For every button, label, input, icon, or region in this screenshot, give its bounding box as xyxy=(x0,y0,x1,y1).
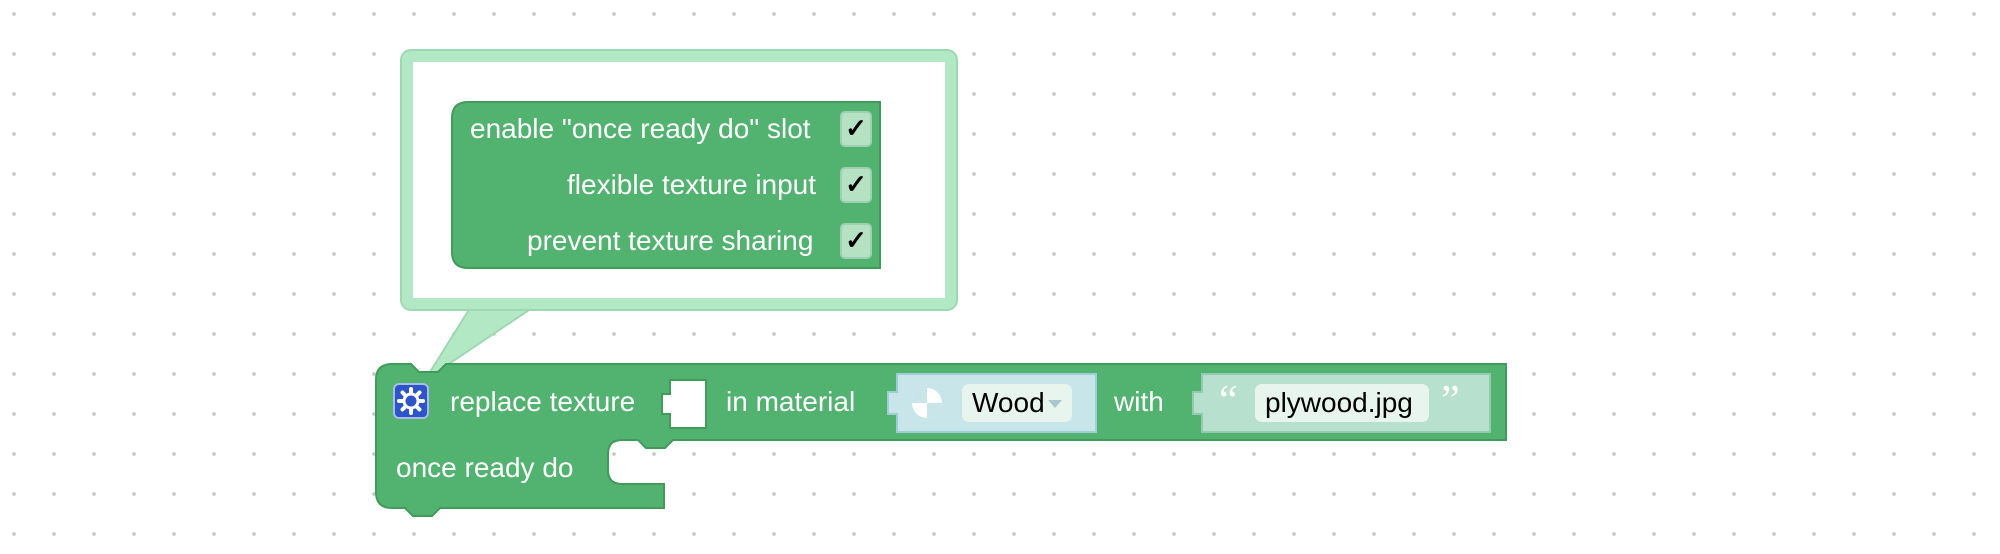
open-quote-icon: “ xyxy=(1219,378,1238,424)
mutator-button[interactable] xyxy=(393,383,429,419)
option-label-once-ready: enable "once ready do" slot xyxy=(470,113,811,144)
texture-value-field[interactable]: plywood.jpg xyxy=(1255,384,1429,422)
texture-value: plywood.jpg xyxy=(1265,387,1413,418)
material-icon xyxy=(912,388,942,418)
chevron-down-icon xyxy=(1048,400,1062,408)
option-label-flexible-texture: flexible texture input xyxy=(567,169,817,200)
mutator-bubble xyxy=(375,49,1507,517)
close-quote-icon: ” xyxy=(1441,378,1460,424)
gear-icon xyxy=(397,387,425,415)
once-ready-do-slot[interactable] xyxy=(608,440,664,484)
option-checkbox-flexible-texture[interactable]: ✓ xyxy=(840,167,872,203)
material-input[interactable]: Wood xyxy=(888,374,1096,432)
texture-text-input[interactable]: “ plywood.jpg ” xyxy=(1193,374,1490,432)
option-checkbox-once-ready[interactable]: ✓ xyxy=(840,111,872,147)
once-ready-do-label: once ready do xyxy=(396,452,574,483)
option-label-prevent-sharing: prevent texture sharing xyxy=(527,225,814,256)
workspace[interactable]: enable "once ready do" slot ✓ flexible t… xyxy=(0,0,2000,554)
option-checkbox-prevent-sharing[interactable]: ✓ xyxy=(840,223,872,259)
replace-texture-label: replace texture xyxy=(450,386,636,417)
with-label: with xyxy=(1114,386,1164,417)
material-dropdown[interactable]: Wood xyxy=(962,384,1072,422)
material-value: Wood xyxy=(972,387,1045,418)
texture-input-socket[interactable] xyxy=(662,380,706,428)
in-material-label: in material xyxy=(726,386,856,417)
